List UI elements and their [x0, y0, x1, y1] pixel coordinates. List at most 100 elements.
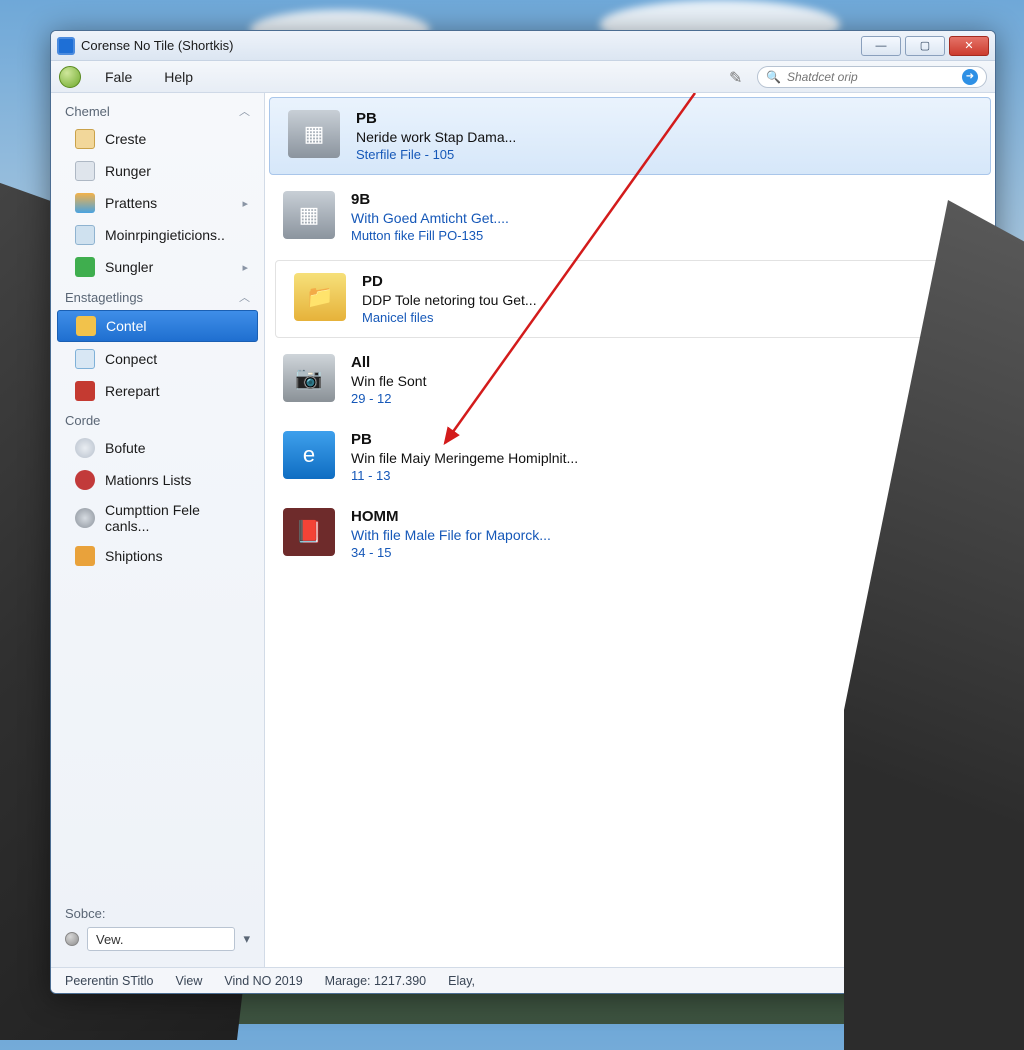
sidebar-item-label: Cumpttion Fele canls... — [105, 502, 248, 534]
sidebar-item-shiptions[interactable]: Shiptions — [57, 541, 258, 571]
search-icon: 🔍 — [766, 70, 781, 84]
status-item: Marage: 1217.390 — [325, 974, 426, 988]
star-icon — [76, 316, 96, 336]
app-e-icon: e — [283, 431, 335, 479]
list-item[interactable]: 📷 All Win fle Sont 29 - 12 — [265, 342, 995, 419]
bulb-icon — [75, 438, 95, 458]
list-item-desc: Win fle Sont — [351, 373, 426, 389]
sidebar-item-prattens[interactable]: Prattens ▸ — [57, 188, 258, 218]
sidebar-item-rerepart[interactable]: Rerepart — [57, 376, 258, 406]
maximize-button[interactable]: ▢ — [905, 36, 945, 56]
collapse-icon: ︿ — [239, 103, 250, 119]
list-item-desc: With Goed Amticht Get.... — [351, 210, 509, 226]
person-icon — [75, 161, 95, 181]
status-dot-icon — [65, 932, 79, 946]
sidebar-item-label: Sungler — [105, 259, 153, 275]
list-item-desc: Neride work Stap Dama... — [356, 129, 516, 145]
search-go-icon[interactable]: ➜ — [962, 69, 978, 85]
list-item-desc: Win file Maiy Meringeme Homiplnit... — [351, 450, 578, 466]
list-item-title: 9B — [351, 191, 509, 208]
list-item-meta: 29 - 12 — [351, 391, 426, 406]
menu-fale[interactable]: Fale — [91, 65, 146, 89]
sidebar-item-label: Mationrs Lists — [105, 472, 191, 488]
sidebar-group-corde[interactable]: Corde — [51, 407, 264, 432]
window-icon — [75, 225, 95, 245]
sidebar-item-mationrs[interactable]: Mationrs Lists — [57, 465, 258, 495]
list-item-title: PB — [351, 431, 578, 448]
list-item[interactable]: 📕 HOMM With file Male File for Maporck..… — [265, 496, 995, 573]
status-item: Elay, — [448, 974, 475, 988]
sidebar-group-enstagetlings[interactable]: Enstagetlings ︿ — [51, 283, 264, 309]
sidebar-item-creste[interactable]: Creste — [57, 124, 258, 154]
sidebar-item-label: Prattens — [105, 195, 157, 211]
search-input[interactable] — [787, 70, 956, 84]
status-item: View — [175, 974, 202, 988]
status-bar: Peerentin STitlo View Vind NO 2019 Marag… — [51, 967, 995, 993]
box-icon: ▦ — [288, 110, 340, 158]
sidebar-group-label: Chemel — [65, 104, 110, 119]
sidebar-group-label: Enstagetlings — [65, 290, 143, 305]
sidebar-item-conpect[interactable]: Conpect — [57, 344, 258, 374]
tiles-icon — [75, 193, 95, 213]
folder-icon — [75, 129, 95, 149]
list-item-title: HOMM — [351, 508, 551, 525]
sidebar-item-label: Bofute — [105, 440, 145, 456]
list-item-desc: DDP Tole netoring tou Get... — [362, 292, 537, 308]
sidebar-item-label: Moinrpingieticions.. — [105, 227, 225, 243]
close-button[interactable]: ✕ — [949, 36, 989, 56]
list-item-desc: With file Male File for Maporck... — [351, 527, 551, 543]
sidebar-group-chemel[interactable]: Chemel ︿ — [51, 97, 264, 123]
sidebar-item-cumpttion[interactable]: Cumpttion Fele canls... — [57, 497, 258, 539]
list-item[interactable]: 📁 PD DDP Tole netoring tou Get... Manice… — [275, 260, 985, 338]
menu-help[interactable]: Help — [150, 65, 207, 89]
list-item-meta: Mutton fike Fill PO-135 — [351, 228, 509, 243]
list-item-title: PB — [356, 110, 516, 127]
menubar: Fale Help ✎ 🔍 ➜ — [51, 61, 995, 93]
sidebar-item-label: Contel — [106, 318, 146, 334]
collapse-icon: ︿ — [239, 289, 250, 305]
sidebar-footer-label: Sobce: — [65, 906, 250, 921]
sidebar-item-sungler[interactable]: Sungler ▸ — [57, 252, 258, 282]
list-icon — [75, 470, 95, 490]
chevron-right-icon: ▸ — [242, 197, 248, 210]
list-item-meta: 11 - 13 — [351, 468, 578, 483]
lock-icon — [75, 546, 95, 566]
sidebar-item-contel[interactable]: Contel — [57, 310, 258, 342]
chevron-right-icon: ▸ — [242, 261, 248, 274]
list-item[interactable]: ▦ 9B With Goed Amticht Get.... Mutton fi… — [265, 179, 995, 256]
sidebar-item-label: Runger — [105, 163, 151, 179]
sidebar-footer: Sobce: Vew. ▾ — [51, 895, 264, 967]
book-icon: 📕 — [283, 508, 335, 556]
sidebar-item-label: Conpect — [105, 351, 157, 367]
sidebar-group-label: Corde — [65, 413, 100, 428]
sidebar-item-label: Shiptions — [105, 548, 163, 564]
source-combo[interactable]: Vew. — [87, 927, 235, 951]
list-item-meta: 34 - 15 — [351, 545, 551, 560]
list-item-title: All — [351, 354, 426, 371]
titlebar: Corense No Tile (Shortkis) — ▢ ✕ — [51, 31, 995, 61]
list-item[interactable]: ▦ PB Neride work Stap Dama... Sterfile F… — [269, 97, 991, 175]
window-title: Corense No Tile (Shortkis) — [81, 38, 233, 53]
disc-icon — [75, 508, 95, 528]
user-icon — [59, 66, 81, 88]
status-item: Vind NO 2019 — [224, 974, 302, 988]
sidebar-item-label: Creste — [105, 131, 146, 147]
grid-icon — [75, 257, 95, 277]
folder-icon: 📁 — [294, 273, 346, 321]
camera-icon: 📷 — [283, 354, 335, 402]
sidebar-item-bofute[interactable]: Bofute — [57, 433, 258, 463]
list-item-meta: Manicel files — [362, 310, 537, 325]
chevron-down-icon[interactable]: ▾ — [243, 931, 250, 947]
status-item: Peerentin STitlo — [65, 974, 153, 988]
sidebar-item-moinrping[interactable]: Moinrpingieticions.. — [57, 220, 258, 250]
source-combo-value: Vew. — [96, 932, 123, 947]
app-icon — [57, 37, 75, 55]
list-item[interactable]: e PB Win file Maiy Meringeme Homiplnit..… — [265, 419, 995, 496]
sidebar-item-label: Rerepart — [105, 383, 159, 399]
app-window: Corense No Tile (Shortkis) — ▢ ✕ Fale He… — [50, 30, 996, 994]
minimize-button[interactable]: — — [861, 36, 901, 56]
wand-icon[interactable]: ✎ — [729, 68, 747, 86]
box-icon: ▦ — [283, 191, 335, 239]
sidebar-item-runger[interactable]: Runger — [57, 156, 258, 186]
search-box[interactable]: 🔍 ➜ — [757, 66, 987, 88]
